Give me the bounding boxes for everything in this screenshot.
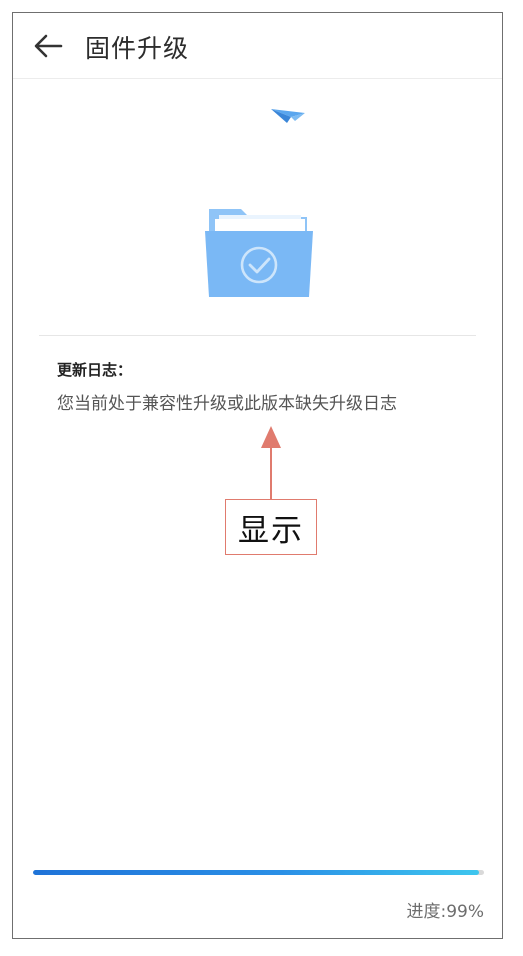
folder-check-icon — [205, 209, 313, 297]
progress-text: 进度:99% — [406, 902, 484, 922]
annotation-label: 显示 — [225, 499, 317, 555]
arrow-left-icon — [34, 34, 63, 58]
app-header: 固件升级 — [13, 13, 502, 79]
changelog-label: 更新日志： — [57, 361, 133, 379]
back-button[interactable] — [31, 29, 65, 63]
progress-fill — [33, 870, 480, 875]
annotation-arrow-icon — [261, 426, 281, 499]
page-title: 固件升级 — [85, 34, 190, 63]
phone-screen: 固件升级 更新日志： 您当前处于兼容性升级或此版本缺失升级日志 显示 进度:99… — [12, 12, 503, 939]
paper-plane-icon — [271, 109, 305, 123]
section-divider — [39, 335, 476, 336]
progress-bar — [33, 870, 484, 875]
changelog-text: 您当前处于兼容性升级或此版本缺失升级日志 — [57, 394, 397, 414]
